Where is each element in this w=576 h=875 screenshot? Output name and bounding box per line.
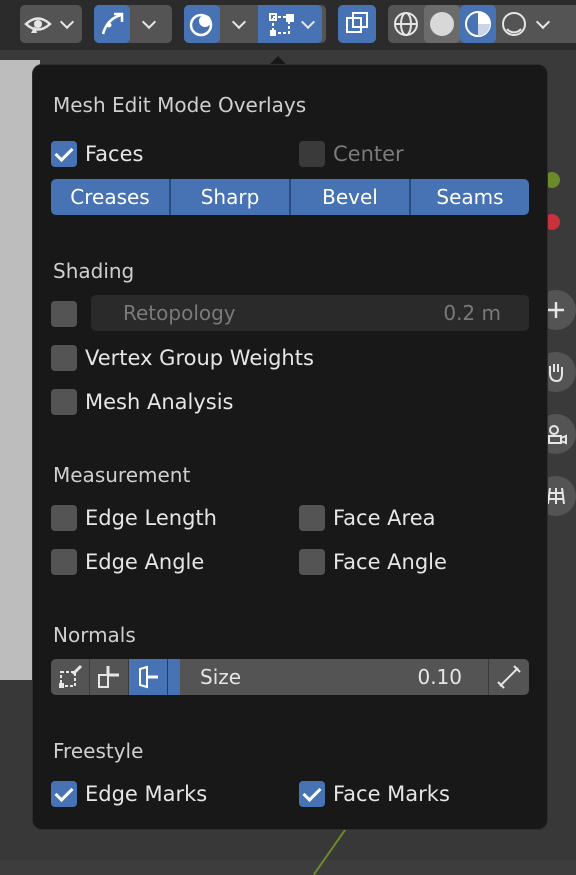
edge-marks-toggle[interactable]: Edge Marks — [51, 779, 207, 809]
overlay-dropdown[interactable] — [220, 5, 258, 43]
retopology-label: Retopology — [123, 301, 236, 325]
retopology-value: 0.2 m — [443, 301, 501, 325]
xray-group[interactable] — [338, 5, 376, 43]
measurement-section-title: Measurement — [53, 463, 191, 487]
chevron-down-icon — [231, 14, 247, 29]
split-normals-button[interactable] — [90, 659, 129, 695]
face-angle-label: Face Angle — [333, 550, 447, 574]
faces-checkbox[interactable] — [51, 141, 77, 167]
chevron-down-icon — [141, 14, 157, 29]
face-angle-toggle[interactable]: Face Angle — [299, 547, 447, 577]
solid-shading-icon[interactable] — [424, 5, 460, 43]
mesh-analysis-checkbox[interactable] — [51, 389, 77, 415]
shading-section-title: Shading — [53, 259, 135, 283]
mesh-analysis-label: Mesh Analysis — [85, 390, 234, 414]
face-normals-icon — [139, 665, 158, 689]
mesh-edit-overlay-icon — [269, 13, 294, 36]
normals-size-value: 0.10 — [417, 665, 462, 689]
vertex-normals-button[interactable] — [51, 659, 90, 695]
face-area-checkbox[interactable] — [299, 505, 325, 531]
face-angle-checkbox[interactable] — [299, 549, 325, 575]
xray-toggle-icon[interactable] — [338, 5, 376, 43]
creases-button[interactable]: Creases — [51, 179, 171, 215]
overlay-circles-icon[interactable] — [184, 5, 220, 43]
eye-icon[interactable] — [20, 5, 56, 43]
gizmo-arrow-icon[interactable] — [94, 5, 130, 43]
visibility-selectability-group[interactable] — [20, 5, 82, 43]
edge-marks-label: Edge Marks — [85, 782, 208, 806]
sharp-button[interactable]: Sharp — [171, 179, 291, 215]
normals-controls: Size 0.10 — [51, 659, 529, 695]
retopology-checkbox[interactable] — [51, 301, 77, 327]
bevel-button[interactable]: Bevel — [291, 179, 411, 215]
edge-length-checkbox[interactable] — [51, 505, 77, 531]
gizmo-dropdown[interactable] — [130, 5, 168, 43]
visibility-dropdown[interactable] — [56, 5, 78, 43]
face-marks-label: Face Marks — [333, 782, 450, 806]
checkmark-icon — [54, 782, 74, 802]
edge-length-label: Edge Length — [85, 506, 217, 530]
seams-button[interactable]: Seams — [411, 179, 529, 215]
faces-toggle[interactable]: Faces — [51, 139, 143, 169]
face-marks-checkbox[interactable] — [299, 781, 325, 807]
center-checkbox[interactable] — [299, 141, 325, 167]
viewport-header-toolbar — [0, 0, 576, 50]
mesh-analysis-toggle[interactable]: Mesh Analysis — [51, 387, 234, 417]
gizmo-group[interactable] — [94, 5, 172, 43]
face-marks-toggle[interactable]: Face Marks — [299, 779, 450, 809]
edge-angle-toggle[interactable]: Edge Angle — [51, 547, 204, 577]
edge-display-buttons: Creases Sharp Bevel Seams — [51, 179, 529, 215]
checkmark-icon — [54, 142, 74, 162]
normals-section-title: Normals — [53, 623, 136, 647]
vertex-normals-icon — [59, 664, 83, 688]
chevron-down-icon — [535, 14, 551, 29]
edge-marks-checkbox[interactable] — [51, 781, 77, 807]
screen-size-icon — [497, 665, 521, 689]
vertex-group-weights-checkbox[interactable] — [51, 345, 77, 371]
split-normals-icon — [98, 666, 119, 688]
face-normals-button[interactable] — [129, 659, 168, 695]
edge-angle-label: Edge Angle — [85, 550, 205, 574]
edge-angle-checkbox[interactable] — [51, 549, 77, 575]
face-area-toggle[interactable]: Face Area — [299, 503, 436, 533]
rendered-shading-icon[interactable] — [496, 5, 532, 43]
vertex-group-weights-label: Vertex Group Weights — [85, 346, 314, 370]
shading-dropdown[interactable] — [532, 5, 554, 43]
overlay-group[interactable] — [184, 5, 326, 43]
vertex-group-weights-toggle[interactable]: Vertex Group Weights — [51, 343, 314, 373]
freestyle-section-title: Freestyle — [53, 739, 144, 763]
retopology-offset-slider[interactable]: Retopology 0.2 m — [91, 295, 529, 331]
panel-title: Mesh Edit Mode Overlays — [53, 93, 307, 117]
center-toggle[interactable]: Center — [299, 139, 404, 169]
constant-screen-size-button[interactable] — [488, 659, 529, 695]
center-label: Center — [333, 142, 404, 166]
face-area-label: Face Area — [333, 506, 436, 530]
normals-size-label: Size — [200, 665, 242, 689]
material-shading-icon[interactable] — [460, 5, 496, 43]
faces-label: Faces — [85, 142, 144, 166]
mesh-edit-overlay-button[interactable] — [258, 5, 322, 43]
edge-length-toggle[interactable]: Edge Length — [51, 503, 217, 533]
mesh-edit-overlays-popover: Mesh Edit Mode Overlays Faces Center Cre… — [32, 64, 548, 830]
normals-size-field[interactable]: Size 0.10 — [168, 659, 488, 695]
chevron-down-icon — [300, 14, 316, 29]
checkmark-icon — [302, 782, 322, 802]
chevron-down-icon — [59, 14, 75, 29]
wireframe-shading-icon[interactable] — [388, 5, 424, 43]
retopology-toggle[interactable] — [51, 299, 85, 329]
shading-group[interactable] — [388, 5, 576, 43]
